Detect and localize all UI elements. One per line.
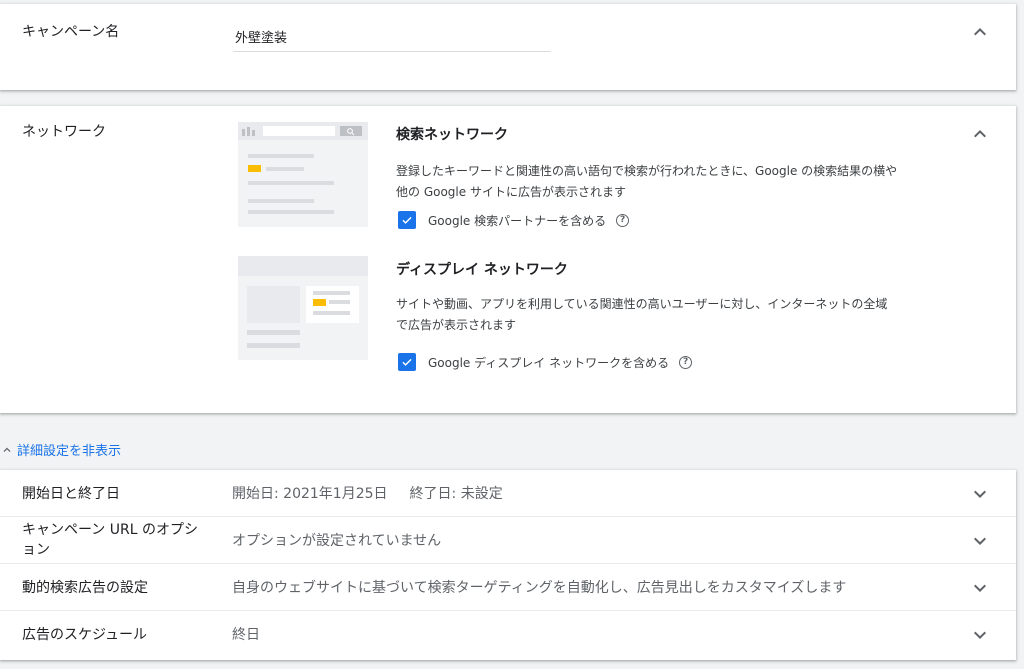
check-icon — [402, 216, 412, 224]
setting-label: キャンペーン URL のオプシ ョン — [22, 520, 198, 560]
setting-label: 広告のスケジュール — [22, 627, 148, 643]
chevron-up-icon — [974, 130, 986, 138]
hide-advanced-settings-label: 詳細設定を非表示 — [17, 444, 122, 459]
expand-button[interactable] — [968, 482, 992, 506]
display-desc-line: サイトや動画、アプリを利用している関連性の高いユーザーに対し、インターネットの全… — [396, 297, 888, 311]
setting-label-line: キャンペーン URL のオプシ — [22, 522, 198, 538]
collapse-button[interactable] — [968, 122, 992, 146]
display-desc-line: で広告が表示されます — [396, 318, 517, 332]
end-date: 終了日: 未設定 — [409, 486, 503, 502]
chevron-down-icon — [974, 490, 986, 498]
chevron-down-icon — [974, 631, 986, 639]
collapse-button[interactable] — [968, 20, 992, 44]
chevron-up-icon — [974, 28, 986, 36]
expand-button[interactable] — [968, 576, 992, 600]
setting-row-schedule[interactable]: 広告のスケジュール 終日 — [0, 611, 1016, 658]
search-partners-option: Google 検索パートナーを含める ? — [398, 211, 630, 229]
network-label: ネットワーク — [22, 124, 106, 140]
display-network-label: Google ディスプレイ ネットワークを含める — [428, 355, 670, 370]
search-network-title: 検索ネットワーク — [396, 127, 508, 143]
advanced-settings-card: 開始日と終了日 開始日: 2021年1月25日 終了日: 未設定 キャンペーン U… — [0, 470, 1016, 660]
setting-value: 開始日: 2021年1月25日 終了日: 未設定 — [232, 484, 503, 504]
display-network-title: ディスプレイ ネットワーク — [396, 262, 568, 278]
setting-label: 開始日と終了日 — [22, 486, 120, 502]
display-network-description: サイトや動画、アプリを利用している関連性の高いユーザーに対し、インターネットの全… — [396, 294, 944, 336]
chevron-down-icon — [974, 584, 986, 592]
help-icon[interactable]: ? — [679, 355, 693, 369]
setting-row-dsa[interactable]: 動的検索広告の設定 自身のウェブサイトに基づいて検索ターゲティングを自動化し、広… — [0, 564, 1016, 611]
expand-button[interactable] — [968, 529, 992, 553]
setting-value: オプションが設定されていません — [232, 533, 442, 549]
help-icon[interactable]: ? — [616, 213, 630, 227]
expand-button[interactable] — [968, 623, 992, 647]
search-network-illustration — [238, 122, 368, 227]
display-network-illustration — [238, 256, 368, 360]
setting-label-line: ョン — [22, 542, 50, 558]
chevron-up-icon — [3, 447, 11, 452]
setting-label: 動的検索広告の設定 — [22, 580, 148, 596]
display-network-checkbox[interactable] — [398, 353, 416, 371]
hide-advanced-settings-link[interactable]: 詳細設定を非表示 — [0, 440, 121, 459]
setting-row-url-options[interactable]: キャンペーン URL のオプシ ョン オプションが設定されていません — [0, 517, 1016, 564]
campaign-name-label: キャンペーン名 — [22, 24, 120, 40]
search-desc-line: 他の Google サイトに広告が表示されます — [396, 185, 626, 199]
setting-value: 終日 — [232, 627, 260, 643]
search-network-description: 登録したキーワードと関連性の高い語句で検索が行われたときに、Google の検索… — [396, 161, 944, 203]
search-partners-label: Google 検索パートナーを含める — [428, 213, 607, 228]
display-network-option: Google ディスプレイ ネットワークを含める ? — [398, 353, 693, 371]
network-card: ネットワーク 検索ネットワーク 登録したキーワードと関連性の高い語句で検索が行わ… — [0, 106, 1016, 413]
start-date: 開始日: 2021年1月25日 — [232, 486, 388, 502]
check-icon — [402, 358, 412, 366]
campaign-name-card: キャンペーン名 — [0, 4, 1016, 90]
campaign-name-input[interactable] — [233, 18, 551, 52]
search-partners-checkbox[interactable] — [398, 211, 416, 229]
search-desc-line: 登録したキーワードと関連性の高い語句で検索が行われたときに、Google の検索… — [396, 164, 898, 178]
setting-value: 自身のウェブサイトに基づいて検索ターゲティングを自動化し、広告見出しをカスタマイ… — [232, 580, 847, 596]
chevron-down-icon — [974, 537, 986, 545]
setting-row-dates[interactable]: 開始日と終了日 開始日: 2021年1月25日 終了日: 未設定 — [0, 470, 1016, 517]
